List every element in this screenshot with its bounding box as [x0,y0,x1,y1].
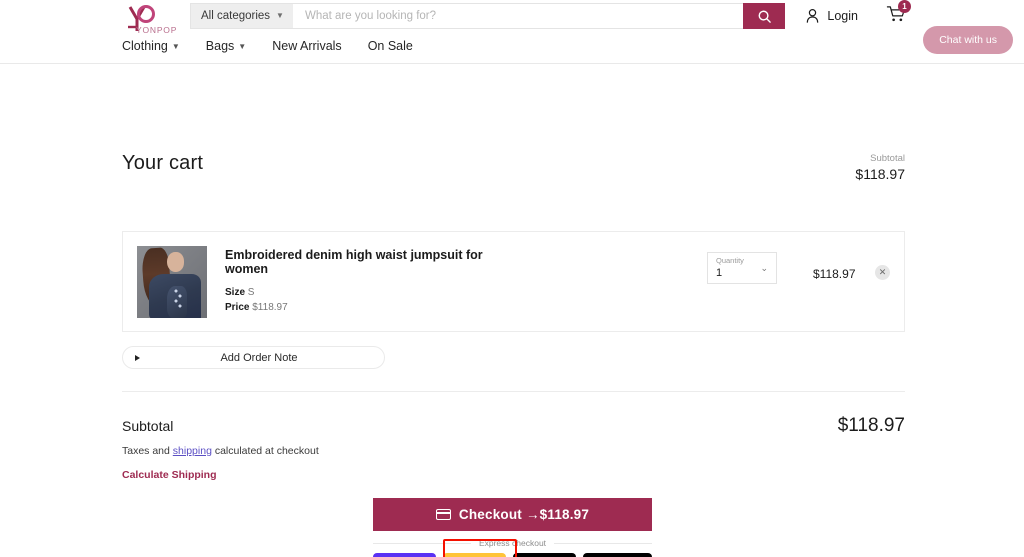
nav-item-on-sale[interactable]: On Sale [368,39,413,53]
calculate-shipping-link[interactable]: Calculate Shipping [122,469,217,481]
checkout-button[interactable]: Checkout →$118.97 [373,498,652,531]
tax-shipping-note: Taxes and shipping calculated at checkou… [122,445,319,457]
line-item-total: $118.97 [813,267,856,281]
product-size: Size S [225,285,525,301]
product-title[interactable]: Embroidered denim high waist jumpsuit fo… [225,248,525,276]
search-icon [758,10,771,23]
cart-line-item: Embroidered denim high waist jumpsuit fo… [122,231,905,332]
quantity-value: 1 [716,266,723,279]
remove-item-button[interactable]: ✕ [875,265,890,280]
paypal-button[interactable]: P PayPal [443,553,507,557]
product-price-label: Price [225,302,250,313]
site-header: YONPOP All categories ▼ L [0,0,1024,64]
checkout-block: Checkout →$118.97 Express checkout shop … [373,498,652,557]
cart-badge: 1 [898,0,911,13]
product-price-value: $118.97 [252,302,288,313]
cart-page: YONPOP All categories ▼ L [0,0,1024,557]
subtotal-value: $118.97 [837,415,905,436]
quantity-label: Quantity [716,256,744,266]
nav-item-bags[interactable]: Bags ▼ [206,39,246,53]
subtotal-row: Subtotal $118.97 [122,415,905,437]
user-icon [807,9,819,23]
tax-note-prefix: Taxes and [122,445,173,457]
shop-pay-button[interactable]: shop Pay [373,553,437,557]
cart-button[interactable]: 1 [886,0,911,28]
nav-item-label: New Arrivals [272,39,342,53]
category-select-label: All categories [201,10,271,22]
svg-text:YONPOP: YONPOP [136,25,177,35]
quantity-select-inner: Quantity 1 [716,256,760,280]
divider-line [373,542,471,544]
thumbnail-detail [174,288,183,311]
nav-item-label: On Sale [367,39,413,53]
site-logo[interactable]: YONPOP [122,3,192,35]
tax-note-suffix: calculated at checkout [211,445,319,457]
search-bar: All categories ▼ [190,3,785,29]
product-size-value: S [247,286,255,298]
logo-mark-icon: YONPOP [128,5,177,35]
page-title: Your cart [122,152,204,174]
chevron-down-icon: ⌄ [760,262,768,273]
login-label: Login [827,9,858,23]
add-order-note-label: Add Order Note [220,351,298,364]
thumbnail-detail [167,251,184,272]
nav-item-label: Clothing [122,39,168,53]
cart-header-subtotal-value: $118.97 [855,166,905,183]
chevron-down-icon: ▼ [171,41,180,51]
google-pay-button[interactable]: G Pay [513,553,577,557]
subtotal-label: Subtotal [122,418,174,434]
nav-item-new-arrivals[interactable]: New Arrivals [272,39,341,53]
credit-card-icon [435,509,451,520]
divider-line [554,542,652,544]
express-checkout-divider: Express checkout [373,534,652,552]
cart-header-subtotal: Subtotal $118.97 [855,152,905,183]
add-order-note-toggle[interactable]: Add Order Note [122,346,385,369]
category-select[interactable]: All categories ▼ [190,3,293,29]
cart-header-subtotal-label: Subtotal [870,153,905,164]
product-thumbnail[interactable] [137,245,207,318]
checkout-button-label: Checkout →$118.97 [458,507,590,522]
main-navigation: Clothing ▼ Bags ▼ New Arrivals On Sale [122,39,413,53]
product-size-label: Size [225,286,246,298]
product-price: Price $118.97 [225,300,525,316]
nav-item-label: Bags [205,39,235,53]
cart-header: Your cart Subtotal $118.97 [122,152,905,183]
chat-widget-button[interactable]: Chat with us [923,26,1013,54]
nav-item-clothing[interactable]: Clothing ▼ [122,39,180,53]
header-actions: Login 1 [805,0,911,28]
section-divider [122,391,905,392]
meta-pay-button[interactable]: ∞ MetaPay [583,553,652,557]
chevron-down-icon: ▼ [238,41,247,51]
search-button[interactable] [743,3,785,29]
shipping-link[interactable]: shipping [173,445,212,457]
search-input[interactable] [292,3,743,29]
quantity-select[interactable]: Quantity 1 ⌄ [707,252,777,284]
express-payment-methods: shop Pay P PayPal G Pay ∞ MetaPay [373,553,652,557]
product-info: Embroidered denim high waist jumpsuit fo… [225,248,525,316]
express-checkout-label: Express checkout [478,538,547,548]
chevron-down-icon: ▼ [276,11,284,20]
login-link[interactable]: Login [805,8,858,24]
